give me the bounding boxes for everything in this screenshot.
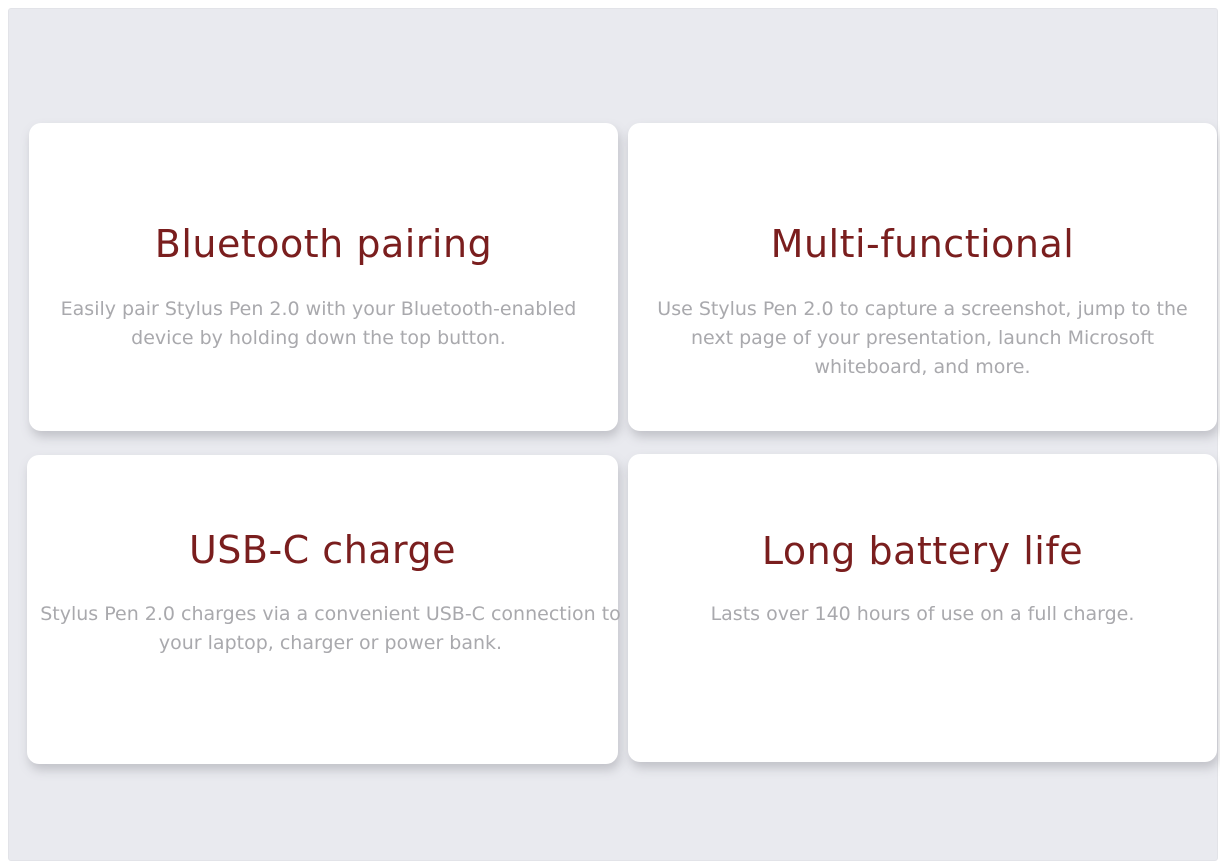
feature-description: Use Stylus Pen 2.0 to capture a screensh… [657,298,1188,378]
feature-card-multi-functional: Multi-functional Use Stylus Pen 2.0 to c… [628,123,1217,431]
feature-description: Lasts over 140 hours of use on a full ch… [710,603,1135,625]
feature-title: Long battery life [761,529,1084,573]
feature-grid-background: Bluetooth pairing Easily pair Stylus Pen… [8,8,1218,861]
feature-card-usb-c-charge: USB-C charge Stylus Pen 2.0 charges via … [27,455,621,764]
feature-description: Easily pair Stylus Pen 2.0 with your Blu… [60,298,577,349]
feature-description: Stylus Pen 2.0 charges via a convenient … [40,603,621,654]
feature-title: Bluetooth pairing [154,222,493,266]
feature-title: USB-C charge [188,528,457,572]
feature-card-bluetooth-pairing: Bluetooth pairing Easily pair Stylus Pen… [29,123,618,431]
feature-title: Multi-functional [770,222,1075,266]
feature-card-long-battery-life: Long battery life Lasts over 140 hours o… [628,454,1217,762]
